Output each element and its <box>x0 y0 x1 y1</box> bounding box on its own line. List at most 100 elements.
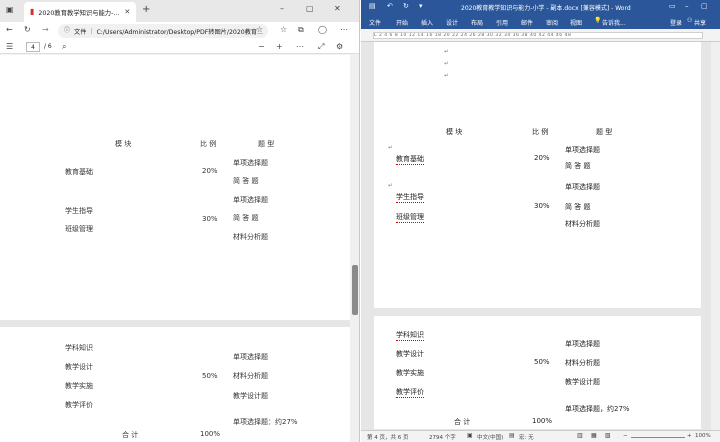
tab-design[interactable]: 设计 <box>446 18 458 27</box>
undo-icon[interactable]: ↶ <box>387 3 393 10</box>
favorites-icon[interactable]: ☆ <box>280 26 287 34</box>
w-p2-type3: 教学设计题 <box>565 378 600 386</box>
w-row1-module: 教育基础 <box>396 155 424 165</box>
row2-type2: 简 答 题 <box>233 214 259 222</box>
row1-module: 教育基础 <box>65 168 93 176</box>
p2-type3: 教学设计题 <box>233 392 268 400</box>
search-icon[interactable]: ⌕ <box>62 43 66 51</box>
login-link[interactable]: 登录 <box>670 18 682 27</box>
word-titlebar: ▤ ↶ ↻ ▾ 2020教育教学知识与能力-小学 - 副本.docx [兼容模式… <box>361 0 720 15</box>
pdf-page-4: 模 块 比 例 题 型 教育基础 20% 单项选择题 简 答 题 学生指导 班级… <box>0 55 350 320</box>
tab-file[interactable]: 文件 <box>369 18 381 27</box>
p2-total-label: 合 计 <box>122 431 139 439</box>
tab-actions-icon[interactable]: ▣ <box>6 6 14 14</box>
pdf-icon: ▮ <box>30 7 35 16</box>
status-words[interactable]: 2794 个字 <box>429 433 456 441</box>
tab-insert[interactable]: 插入 <box>421 18 433 27</box>
para-mark: ↵ <box>444 60 450 67</box>
row2-ratio: 30% <box>202 215 218 223</box>
status-language[interactable]: 中文(中国) <box>477 433 503 441</box>
lightbulb-icon: 💡 <box>594 17 602 24</box>
para-mark: ↵ <box>444 48 450 55</box>
pdf-content: 模 块 比 例 题 型 教育基础 20% 单项选择题 简 答 题 学生指导 班级… <box>0 55 350 442</box>
w-p2-total-label: 合 计 <box>454 418 471 426</box>
w-row2-module2: 班级管理 <box>396 213 424 223</box>
tab-view[interactable]: 视图 <box>570 18 582 27</box>
word-document-area: ↵ ↵ ↵ 模 块 比 例 题 型 ↵ 教育基础 20% 单项选择题 简 答 题… <box>361 42 711 429</box>
read-mode-icon[interactable]: ▥ <box>577 433 583 439</box>
share-user-icon: ⚇ <box>687 17 693 24</box>
tab-review[interactable]: 审阅 <box>546 18 558 27</box>
save-icon[interactable]: ▤ <box>369 3 376 10</box>
para-mark: ↵ <box>444 72 450 79</box>
scrollbar-thumb[interactable] <box>352 265 358 315</box>
back-icon[interactable]: ← <box>6 26 13 34</box>
p2-type4: 单项选择题：约27% <box>233 418 298 426</box>
tab-references[interactable]: 引用 <box>496 18 508 27</box>
word-minimize-icon[interactable]: – <box>685 3 689 10</box>
close-tab-icon[interactable]: ✕ <box>124 8 130 16</box>
ruler-scale: L 2 4 6 8 10 12 14 16 18 20 22 24 26 28 … <box>373 32 703 39</box>
p2-total-ratio: 100% <box>200 430 221 438</box>
p2-module4: 教学评价 <box>65 401 93 409</box>
status-page[interactable]: 第 4 页，共 6 页 <box>367 433 409 441</box>
redo-icon[interactable]: ↻ <box>403 3 409 10</box>
zoom-out-icon[interactable]: − <box>258 43 265 51</box>
refresh-icon[interactable]: ↻ <box>24 26 31 34</box>
zoom-slider[interactable] <box>631 437 685 438</box>
zoom-in-button[interactable]: + <box>687 433 692 439</box>
w-header-ratio: 比 例 <box>532 128 549 136</box>
tab-bar: ▣ ▮ 2020教育教学知识与能力-小学 - 副本.pdf ✕ + – ▢ ✕ <box>0 0 359 22</box>
collections-icon[interactable]: ⧉ <box>298 26 304 34</box>
status-macro[interactable]: 宏: 无 <box>519 433 534 441</box>
p2-ratio: 50% <box>202 372 218 380</box>
fit-page-icon[interactable]: ⤢ <box>318 43 324 51</box>
profile-icon[interactable]: ◯ <box>318 26 327 34</box>
page-number-input[interactable]: 4 <box>26 42 40 52</box>
ribbon-display-icon[interactable]: ▭ <box>669 3 676 10</box>
horizontal-ruler[interactable]: L 2 4 6 8 10 12 14 16 18 20 22 24 26 28 … <box>361 29 720 42</box>
p2-module2: 教学设计 <box>65 363 93 371</box>
tab-mailings[interactable]: 邮件 <box>521 18 533 27</box>
word-scrollbar[interactable] <box>711 42 720 430</box>
more-tools-icon[interactable]: ⋯ <box>296 43 304 51</box>
contents-icon[interactable]: ☰ <box>6 43 13 51</box>
info-icon: ⓘ <box>64 27 71 34</box>
browser-tab[interactable]: ▮ 2020教育教学知识与能力-小学 - 副本.pdf ✕ <box>24 2 136 22</box>
share-button[interactable]: 共享 <box>694 18 706 27</box>
w-p2-ratio: 50% <box>534 358 550 366</box>
address-label: 文件 <box>74 28 87 36</box>
forward-icon[interactable]: → <box>42 26 49 34</box>
zoom-out-button[interactable]: − <box>623 433 628 439</box>
tab-layout[interactable]: 布局 <box>471 18 483 27</box>
tell-me-search[interactable]: 告诉我... <box>602 18 626 27</box>
tab-home[interactable]: 开始 <box>396 18 408 27</box>
w-row1-type2: 简 答 题 <box>565 162 591 170</box>
row1-ratio: 20% <box>202 167 218 175</box>
macro-icon[interactable]: ▤ <box>509 433 515 439</box>
minimize-icon[interactable]: – <box>280 5 284 13</box>
more-menu-icon[interactable]: ⋯ <box>340 26 348 34</box>
pdf-scrollbar[interactable] <box>350 55 359 442</box>
tab-title: 2020教育教学知识与能力-小学 - 副本.pdf <box>38 9 121 17</box>
qat-more-icon[interactable]: ▾ <box>419 3 423 10</box>
print-layout-icon[interactable]: ▦ <box>591 433 597 439</box>
new-tab-icon[interactable]: + <box>142 5 150 15</box>
web-layout-icon[interactable]: ▧ <box>605 433 611 439</box>
row1-type2: 简 答 题 <box>233 177 259 185</box>
proofing-icon[interactable]: ▣ <box>467 433 473 439</box>
address-field[interactable]: ⓘ 文件 | C:/Users/Administrator/Desktop/PD… <box>58 24 268 38</box>
word-maximize-icon[interactable]: ▢ <box>701 3 708 10</box>
zoom-level[interactable]: 100% <box>695 433 711 439</box>
maximize-icon[interactable]: ▢ <box>306 5 314 13</box>
w-row2-type3: 材料分析题 <box>565 220 600 228</box>
zoom-in-icon[interactable]: + <box>276 43 283 51</box>
settings-icon[interactable]: ⚙ <box>336 43 343 51</box>
page-total: / 6 <box>44 43 52 50</box>
w-header-module: 模 块 <box>446 128 463 136</box>
close-window-icon[interactable]: ✕ <box>334 5 341 13</box>
address-bar-row: ← ↻ → ⓘ 文件 | C:/Users/Administrator/Desk… <box>0 22 359 40</box>
w-p2-module4: 教学评价 <box>396 388 424 398</box>
w-p2-module2: 教学设计 <box>396 350 424 358</box>
favorite-star-icon[interactable]: ☆ <box>256 26 263 34</box>
